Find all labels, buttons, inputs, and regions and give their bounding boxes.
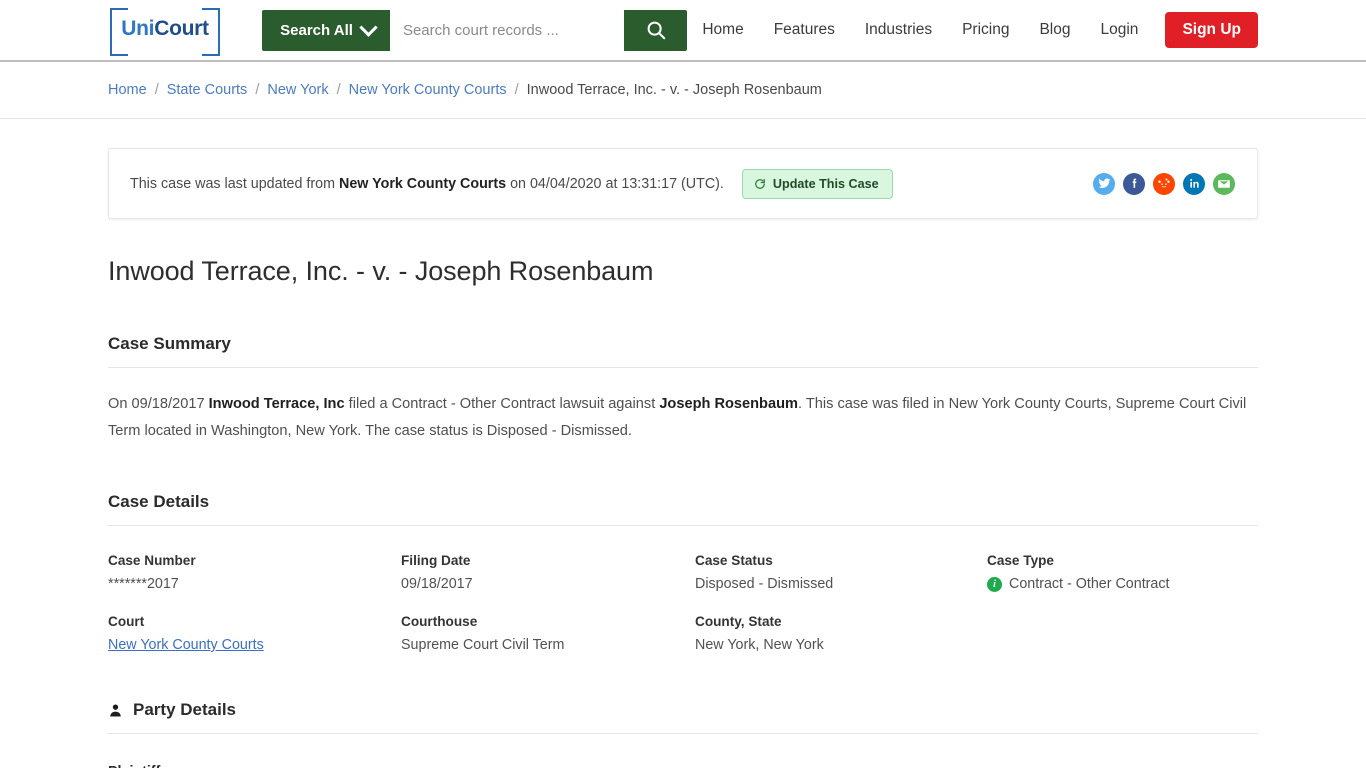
info-icon[interactable]: i [987, 576, 1002, 592]
logo-text: UniCourt [108, 17, 222, 41]
twitter-icon[interactable] [1093, 172, 1115, 195]
detail-value: New York, New York [695, 637, 824, 653]
last-updated-time: 13:31:17 (UTC). [621, 175, 724, 192]
detail-courthouse: Courthouse Supreme Court Civil Term [401, 614, 695, 653]
unicourt-logo[interactable]: UniCourt [108, 7, 224, 56]
detail-label: Case Type [987, 553, 1054, 568]
section-divider [108, 733, 1258, 734]
nav-item-home[interactable]: Home [687, 21, 758, 39]
case-details-heading: Case Details [108, 492, 210, 511]
detail-value-row: i Contract - Other Contract [987, 576, 1258, 592]
chevron-down-icon [359, 17, 378, 37]
detail-label: County, State [695, 614, 782, 629]
summary-part-1: On 09/18/2017 [108, 396, 209, 412]
search-input[interactable] [389, 9, 625, 51]
detail-value: Disposed - Dismissed [695, 576, 834, 592]
detail-court: Court New York County Courts [108, 614, 401, 653]
facebook-icon[interactable] [1123, 172, 1145, 195]
breadcrumb-item-home[interactable]: Home [108, 82, 147, 98]
update-this-case-button[interactable]: Update This Case [741, 168, 893, 199]
detail-label: Filing Date [401, 553, 471, 568]
search-bar: Search All [262, 9, 688, 51]
nav-item-industries[interactable]: Industries [850, 21, 947, 39]
detail-value: 09/18/2017 [401, 576, 473, 592]
detail-case-type: Case Type i Contract - Other Contract [987, 553, 1258, 592]
search-scope-dropdown[interactable]: Search All [262, 9, 390, 51]
detail-label: Case Number [108, 553, 196, 568]
party-details-label: Party Details [133, 700, 236, 719]
detail-label: Court [108, 614, 145, 629]
summary-part-2: filed a Contract - Other Contract lawsui… [344, 396, 660, 412]
nav-item-features[interactable]: Features [759, 21, 850, 39]
last-updated-at: at [601, 175, 622, 192]
breadcrumb-item-current: Inwood Terrace, Inc. - v. - Joseph Rosen… [526, 82, 822, 98]
breadcrumb-item-new-york[interactable]: New York [267, 82, 328, 98]
linkedin-icon[interactable] [1183, 172, 1205, 195]
detail-case-status: Case Status Disposed - Dismissed [695, 553, 987, 592]
breadcrumb-separator: / [255, 82, 260, 98]
case-details-grid: Case Number *******2017 Filing Date 09/1… [108, 553, 1258, 653]
party-details-heading: Party Details [108, 700, 1258, 720]
detail-label: Courthouse [401, 614, 478, 629]
logo-text-uni: Uni [121, 17, 155, 40]
sign-up-button[interactable]: Sign Up [1165, 12, 1258, 48]
section-divider [108, 367, 1258, 368]
last-updated-card: This case was last updated from New York… [108, 148, 1258, 219]
detail-value: Supreme Court Civil Term [401, 637, 565, 653]
page-body: This case was last updated from New York… [0, 148, 1366, 768]
last-updated-source: New York County Courts [339, 175, 507, 192]
detail-case-number: Case Number *******2017 [108, 553, 401, 592]
detail-value-row: New York County Courts [108, 637, 401, 653]
search-submit-button[interactable] [624, 9, 688, 51]
search-scope-label: Search All [280, 21, 353, 39]
reddit-icon[interactable] [1153, 172, 1175, 195]
page-title: Inwood Terrace, Inc. - v. - Joseph Rosen… [108, 256, 654, 286]
refresh-icon [755, 178, 765, 189]
search-icon [647, 21, 666, 40]
email-icon[interactable] [1213, 172, 1235, 195]
nav-item-blog[interactable]: Blog [1024, 21, 1085, 39]
nav-item-pricing[interactable]: Pricing [947, 21, 1024, 39]
site-header: UniCourt Search All Home Features Indust… [0, 0, 1366, 62]
breadcrumb-item-state-courts[interactable]: State Courts [167, 82, 248, 98]
breadcrumb-separator: / [154, 82, 159, 98]
court-link[interactable]: New York County Courts [108, 637, 264, 653]
summary-defendant: Joseph Rosenbaum [659, 396, 798, 412]
nav-item-login[interactable]: Login [1086, 21, 1154, 39]
detail-value: *******2017 [108, 576, 179, 592]
person-icon [108, 702, 123, 719]
section-divider [108, 525, 1258, 526]
logo-frame: UniCourt [108, 8, 222, 56]
last-updated-middle: on [506, 175, 530, 192]
detail-county-state: County, State New York, New York [695, 614, 987, 653]
party-role-label: Plaintiff [108, 764, 1258, 768]
last-updated-prefix: This case was last updated from [130, 175, 339, 192]
summary-plaintiff: Inwood Terrace, Inc [208, 396, 345, 412]
update-this-case-label: Update This Case [772, 176, 879, 191]
last-updated-date: 04/04/2020 [529, 175, 602, 192]
case-summary-text: On 09/18/2017 Inwood Terrace, Inc filed … [108, 391, 1258, 445]
breadcrumb-separator: / [514, 82, 519, 98]
social-share-group [1093, 172, 1235, 195]
detail-value: Contract - Other Contract [1009, 576, 1170, 592]
logo-text-court: Court [154, 17, 209, 40]
breadcrumb-separator: / [336, 82, 341, 98]
detail-filing-date: Filing Date 09/18/2017 [401, 553, 695, 592]
detail-empty-cell [987, 614, 1258, 653]
case-summary-heading: Case Summary [108, 334, 231, 353]
breadcrumb: Home / State Courts / New York / New Yor… [0, 62, 1366, 119]
main-navigation: Home Features Industries Pricing Blog Lo… [687, 12, 1366, 48]
detail-label: Case Status [695, 553, 773, 568]
last-updated-text: This case was last updated from New York… [130, 176, 724, 192]
breadcrumb-item-new-york-county-courts[interactable]: New York County Courts [349, 82, 507, 98]
